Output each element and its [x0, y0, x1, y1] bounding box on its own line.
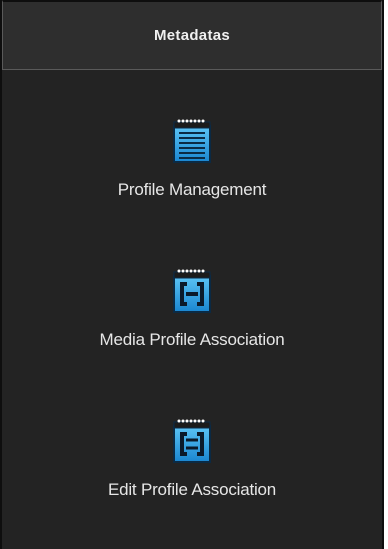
edit-profile-association-button[interactable]: Edit Profile Association	[2, 418, 382, 500]
notepad-lines-icon	[173, 119, 211, 163]
edit-profile-association-label: Edit Profile Association	[107, 480, 277, 499]
panel-title: Metadatas	[153, 27, 231, 44]
media-profile-association-label: Media Profile Association	[99, 330, 285, 349]
notepad-edit-link-icon	[173, 419, 211, 463]
notepad-link-icon	[173, 269, 211, 313]
media-profile-association-button[interactable]: Media Profile Association	[2, 268, 382, 350]
panel-header: Metadatas	[2, 0, 382, 70]
profile-management-button[interactable]: Profile Management	[2, 118, 382, 200]
profile-management-label: Profile Management	[117, 180, 267, 199]
metadatas-panel: Metadatas Profile Management Media Profi…	[0, 0, 384, 549]
